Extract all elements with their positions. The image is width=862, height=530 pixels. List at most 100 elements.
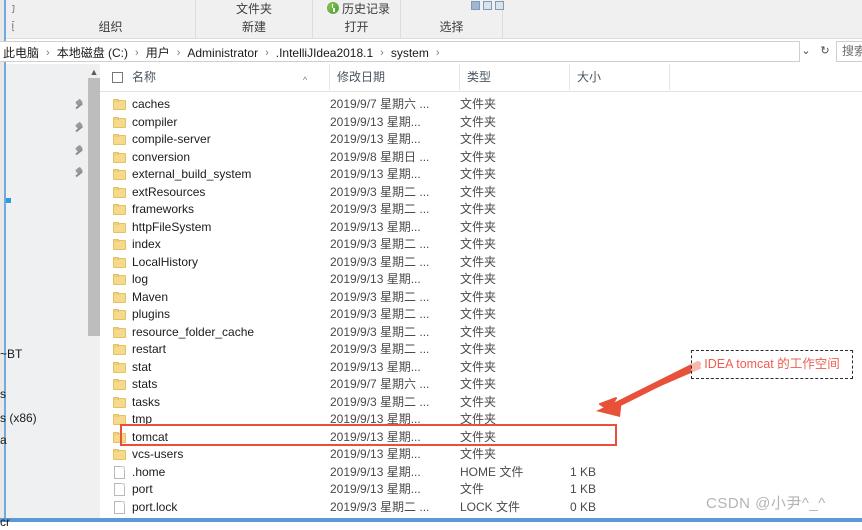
breadcrumb-separator-icon[interactable]: ›	[42, 47, 54, 59]
folder-icon	[113, 204, 127, 215]
nav-pane-item[interactable]: a	[0, 432, 13, 448]
breadcrumb-separator-icon[interactable]: ›	[432, 47, 444, 59]
nav-pane-item[interactable]: s (x86)	[0, 410, 43, 426]
breadcrumb-separator-icon[interactable]: ›	[376, 47, 388, 59]
table-row[interactable]: .home 2019/9/13 星期... HOME 文件 1 KB	[100, 464, 862, 482]
breadcrumb-separator-icon[interactable]: ›	[261, 47, 273, 59]
nav-pane-item[interactable]: s	[0, 386, 12, 402]
table-row[interactable]: index 2019/9/3 星期二 ... 文件夹	[100, 236, 862, 254]
folder-icon	[113, 431, 127, 443]
pin-icon[interactable]	[74, 100, 85, 111]
folder-icon	[113, 291, 127, 303]
cell-size: 0 KB	[570, 499, 597, 514]
navigation-pane[interactable]: ~BT s s (x86) a cr	[0, 64, 89, 529]
ribbon-group-open[interactable]: 历史记录 打开	[313, 0, 401, 38]
table-row[interactable]: log 2019/9/13 星期... 文件夹	[100, 271, 862, 289]
cell-date: 2019/9/3 星期二 ...	[330, 307, 430, 321]
cell-type: LOCK 文件	[460, 499, 521, 514]
address-bar: 此电脑 › 本地磁盘 (C:) › 用户 › Administrator › .IntelliJ…	[0, 39, 862, 65]
column-header-date[interactable]: 修改日期	[330, 64, 460, 90]
ribbon-group-select[interactable]: 选择	[401, 0, 504, 38]
breadcrumb-separator-icon[interactable]: ›	[131, 47, 143, 59]
folder-icon	[113, 239, 127, 250]
folder-icon	[113, 414, 127, 425]
breadcrumb-item[interactable]: 此电脑	[0, 44, 42, 61]
breadcrumb-item[interactable]: system	[388, 46, 432, 60]
nav-pane-item-label: a	[0, 433, 7, 447]
search-input[interactable]: 搜索	[836, 41, 862, 62]
select-all-checkbox[interactable]	[112, 72, 123, 83]
column-header-type[interactable]: 类型	[460, 64, 570, 90]
cell-name: httpFileSystem	[132, 219, 212, 234]
table-row[interactable]: compile-server 2019/9/13 星期... 文件夹	[100, 131, 862, 149]
nav-pane-item[interactable]: ~BT	[0, 346, 28, 362]
pin-icon[interactable]	[74, 168, 85, 179]
column-header-extra[interactable]	[670, 64, 730, 90]
nav-pane-item-label: ~BT	[0, 347, 23, 361]
cell-date: 2019/9/3 星期二 ...	[330, 289, 430, 304]
column-header-name[interactable]: 名称 ^	[100, 64, 330, 90]
folder-icon	[113, 449, 127, 460]
table-row[interactable]: caches 2019/9/7 星期六 ... 文件夹	[100, 96, 862, 114]
folder-icon	[113, 361, 127, 373]
breadcrumb-item[interactable]: .IntelliJIdea2018.1	[273, 46, 376, 60]
cell-type: 文件夹	[460, 184, 497, 199]
table-row[interactable]: frameworks 2019/9/3 星期二 ... 文件夹	[100, 201, 862, 219]
ribbon-group-new[interactable]: 文件夹 新建	[196, 0, 313, 38]
cell-type: 文件夹	[460, 202, 497, 216]
table-row[interactable]: conversion 2019/9/8 星期日 ... 文件夹	[100, 149, 862, 167]
scroll-up-icon[interactable]: ▲	[88, 66, 100, 78]
table-row[interactable]: tomcat 2019/9/13 星期... 文件夹	[100, 429, 862, 447]
column-header-name-label: 名称	[132, 70, 157, 84]
column-header-size[interactable]: 大小	[570, 64, 670, 90]
cell-type: 文件夹	[460, 219, 497, 234]
table-row[interactable]: Maven 2019/9/3 星期二 ... 文件夹	[100, 289, 862, 307]
cell-name: restart	[132, 342, 167, 356]
chevron-down-icon[interactable]: ⌄	[797, 42, 815, 61]
history-label: 历史记录	[342, 2, 391, 16]
table-row[interactable]: tmp 2019/9/13 星期... 文件夹	[100, 411, 862, 429]
cell-name: tasks	[132, 394, 161, 409]
cell-name: caches	[132, 97, 171, 111]
folder-icon	[113, 99, 127, 110]
nav-pane-item-label: cr	[0, 515, 10, 529]
cell-name: stat	[132, 359, 152, 374]
pin-icon[interactable]	[74, 146, 85, 157]
table-row[interactable]: httpFileSystem 2019/9/13 星期... 文件夹	[100, 219, 862, 237]
cell-name: vcs-users	[132, 447, 184, 461]
table-row[interactable]: extResources 2019/9/3 星期二 ... 文件夹	[100, 184, 862, 202]
cell-type: 文件夹	[460, 342, 497, 356]
table-row[interactable]: vcs-users 2019/9/13 星期... 文件夹	[100, 446, 862, 464]
history-button[interactable]: 历史记录	[313, 0, 414, 17]
cell-type: HOME 文件	[460, 464, 524, 479]
cell-name: extResources	[132, 184, 206, 199]
pin-icon[interactable]	[74, 123, 85, 134]
cell-type: 文件夹	[460, 254, 497, 269]
cell-date: 2019/9/3 星期二 ...	[330, 499, 430, 514]
cell-name: port.lock	[132, 499, 178, 514]
breadcrumb-item[interactable]: 本地磁盘 (C:)	[54, 44, 131, 61]
table-row[interactable]: compiler 2019/9/13 星期... 文件夹	[100, 114, 862, 132]
cell-date: 2019/9/8 星期日 ...	[330, 149, 430, 164]
refresh-icon[interactable]: ↻	[816, 42, 834, 61]
file-list[interactable]: 名称 ^ 修改日期 类型 大小 caches 2019/9/7 星期六 ... 文件…	[100, 64, 862, 518]
table-row[interactable]: resource_folder_cache 2019/9/3 星期二 ... 文件夹	[100, 324, 862, 342]
cell-date: 2019/9/13 星期...	[330, 464, 421, 479]
scrollbar-thumb[interactable]	[88, 78, 100, 336]
address-input[interactable]: 此电脑 › 本地磁盘 (C:) › 用户 › Administrator › .IntelliJ…	[0, 41, 800, 62]
table-row[interactable]: tasks 2019/9/3 星期二 ... 文件夹	[100, 394, 862, 412]
table-row[interactable]: plugins 2019/9/3 星期二 ... 文件夹	[100, 306, 862, 324]
table-row[interactable]: external_build_system 2019/9/13 星期... 文件夹	[100, 166, 862, 184]
cell-type: 文件夹	[460, 359, 497, 374]
breadcrumb[interactable]: 此电脑 › 本地磁盘 (C:) › 用户 › Administrator › .IntelliJ…	[0, 42, 444, 63]
navigation-scrollbar[interactable]: ▲	[88, 64, 100, 518]
cell-name: Maven	[132, 289, 169, 304]
nav-pane-item[interactable]: cr	[0, 514, 16, 530]
folder-icon	[113, 379, 127, 390]
breadcrumb-item[interactable]: 用户	[143, 44, 173, 61]
table-row[interactable]: LocalHistory 2019/9/3 星期二 ... 文件夹	[100, 254, 862, 272]
breadcrumb-separator-icon[interactable]: ›	[173, 47, 185, 59]
cell-date: 2019/9/7 星期六 ...	[330, 97, 430, 111]
breadcrumb-item[interactable]: Administrator	[184, 46, 261, 60]
ribbon-group-organize[interactable]: 组织	[26, 0, 196, 38]
